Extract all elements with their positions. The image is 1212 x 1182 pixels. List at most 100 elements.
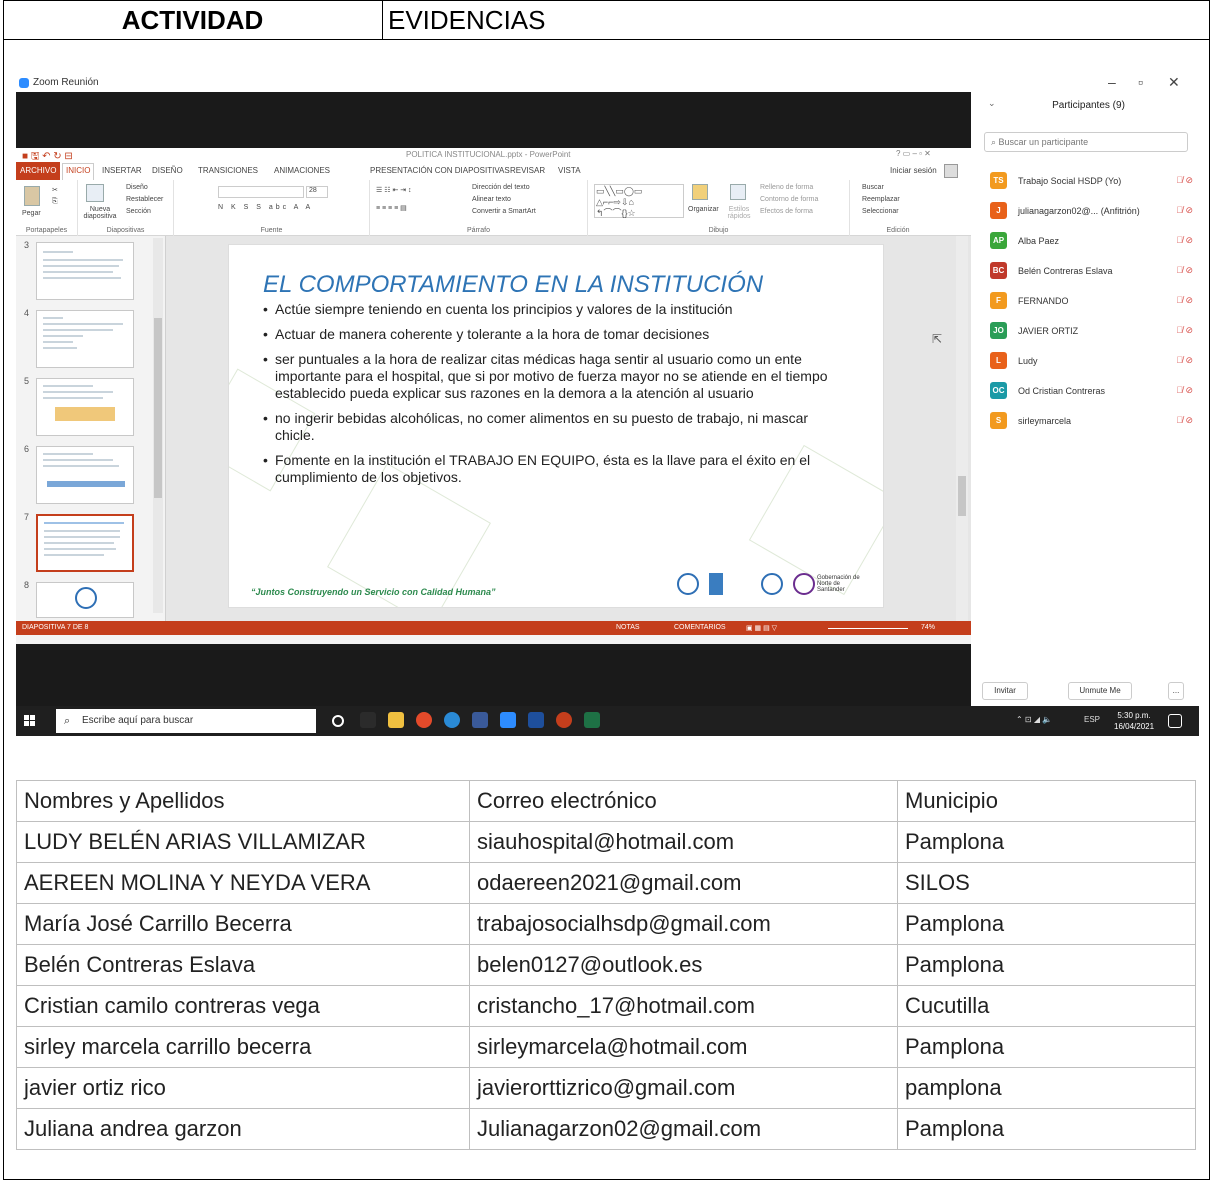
replace-button[interactable]: Reemplazar xyxy=(862,196,900,203)
powerpoint-icon[interactable] xyxy=(556,712,572,728)
tab-presentacion[interactable]: PRESENTACIÓN CON DIAPOSITIVAS xyxy=(370,166,510,175)
tab-vista[interactable]: VISTA xyxy=(558,166,581,175)
more-button[interactable]: ... xyxy=(1168,682,1184,700)
tray-icons[interactable]: ⌃ ⊡ ◢ 🔈 xyxy=(1016,715,1052,724)
tab-inicio[interactable]: INICIO xyxy=(62,163,95,180)
unmute-me-button[interactable]: Unmute Me xyxy=(1068,682,1132,700)
pp-window-controls-icon[interactable]: ? ▭ – ▫ ✕ xyxy=(896,149,931,158)
word-icon[interactable] xyxy=(528,712,544,728)
user-avatar-icon[interactable] xyxy=(944,164,958,178)
zoom-app-icon[interactable] xyxy=(500,712,516,728)
cell-email: sirleymarcela@hotmail.com xyxy=(469,1026,898,1068)
zoom-level[interactable]: 74% xyxy=(921,624,935,631)
quick-styles-icon[interactable] xyxy=(730,184,746,200)
tab-revisar[interactable]: REVISAR xyxy=(510,166,545,175)
participant-row[interactable]: OC Od Cristian Contreras 🎙̸ ⊘ xyxy=(978,378,1199,408)
participant-row[interactable]: L Ludy 🎙̸ ⊘ xyxy=(978,348,1199,378)
slide-thumb-5[interactable] xyxy=(36,378,134,436)
reset-button[interactable]: Restablecer xyxy=(126,196,163,203)
taskbar-search-input[interactable]: ⌕ Escribe aquí para buscar xyxy=(56,709,316,733)
cut-icon[interactable]: ✂ xyxy=(52,186,58,194)
shape-fill-button[interactable]: Relleno de forma xyxy=(760,184,813,191)
participant-search-input[interactable]: ⌕ Buscar un participante xyxy=(984,132,1188,152)
font-name-field[interactable] xyxy=(218,186,304,198)
participant-row[interactable]: TS Trabajo Social HSDP (Yo) 🎙̸ ⊘ xyxy=(978,168,1199,198)
windows-start-icon[interactable] xyxy=(24,715,36,727)
notes-button[interactable]: NOTAS xyxy=(616,624,640,631)
excel-icon[interactable] xyxy=(584,712,600,728)
slide-thumb-8[interactable] xyxy=(36,582,134,618)
participant-row[interactable]: F FERNANDO 🎙̸ ⊘ xyxy=(978,288,1199,318)
text-direction-button[interactable]: Dirección del texto xyxy=(472,184,530,191)
tab-animaciones[interactable]: ANIMACIONES xyxy=(274,166,330,175)
chrome-icon[interactable] xyxy=(416,712,432,728)
edge-icon[interactable] xyxy=(444,712,460,728)
shape-effects-button[interactable]: Efectos de forma xyxy=(760,208,813,215)
paste-label[interactable]: Pegar xyxy=(22,210,41,217)
participant-row[interactable]: BC Belén Contreras Eslava 🎙̸ ⊘ xyxy=(978,258,1199,288)
invite-button[interactable]: Invitar xyxy=(982,682,1028,700)
maximize-icon[interactable]: ▫ xyxy=(1138,74,1143,90)
cell-municipio: SILOS xyxy=(897,862,1196,904)
zoom-slider[interactable] xyxy=(828,628,908,629)
slide-thumb-3[interactable] xyxy=(36,242,134,300)
arrange-icon[interactable] xyxy=(692,184,708,200)
tab-insertar[interactable]: INSERTAR xyxy=(102,166,142,175)
arrange-label[interactable]: Organizar xyxy=(688,206,719,213)
col-header-email: Correo electrónico xyxy=(469,780,898,822)
paste-icon[interactable] xyxy=(24,186,40,206)
zoom-video-bar-top xyxy=(16,92,971,148)
slide-canvas[interactable]: EL COMPORTAMIENTO EN LA INSTITUCIÓN Actú… xyxy=(228,244,884,608)
minimize-icon[interactable]: – xyxy=(1108,74,1116,90)
file-explorer-icon[interactable] xyxy=(388,712,404,728)
comments-button[interactable]: COMENTARIOS xyxy=(674,624,726,631)
slide-thumb-6[interactable] xyxy=(36,446,134,504)
new-slide-label[interactable]: Nueva diapositiva xyxy=(80,206,120,220)
mouse-cursor-icon: ⇱ xyxy=(932,332,943,346)
store-icon[interactable] xyxy=(472,712,488,728)
notifications-icon[interactable] xyxy=(1168,714,1182,728)
language-indicator[interactable]: ESP xyxy=(1084,715,1100,724)
cell-name: Juliana andrea garzon xyxy=(16,1108,470,1150)
taskbar-clock[interactable]: 5:30 p.m. 16/04/2021 xyxy=(1114,710,1154,732)
tab-transiciones[interactable]: TRANSICIONES xyxy=(198,166,258,175)
participant-row[interactable]: Jjulianagarzon02@... (Anfitrión) 🎙̸ ⊘ xyxy=(978,198,1199,228)
task-view-icon[interactable] xyxy=(360,712,376,728)
slide-thumb-4[interactable] xyxy=(36,310,134,368)
font-size-field[interactable]: 28 xyxy=(306,186,328,198)
align-text-button[interactable]: Alinear texto xyxy=(472,196,511,203)
slide-thumb-7-selected[interactable] xyxy=(36,514,134,572)
participant-row[interactable]: AP Alba Paez 🎙̸ ⊘ xyxy=(978,228,1199,258)
shape-outline-button[interactable]: Contorno de forma xyxy=(760,196,818,203)
view-buttons-icon[interactable]: ▣ ▦ ▤ ▽ xyxy=(746,624,777,632)
tab-archivo[interactable]: ARCHIVO xyxy=(16,162,61,180)
new-slide-icon[interactable] xyxy=(86,184,104,202)
signin-link[interactable]: Iniciar sesión xyxy=(890,166,937,175)
thumbs-scroll-knob[interactable] xyxy=(154,318,162,498)
cell-email: Julianagarzon02@gmail.com xyxy=(469,1108,898,1150)
copy-icon[interactable]: ⎘ xyxy=(52,198,58,206)
zoom-video-bar-bottom xyxy=(16,644,971,706)
participant-row[interactable]: JO JAVIER ORTIZ 🎙̸ ⊘ xyxy=(978,318,1199,348)
participant-row[interactable]: Ssirleymarcela 🎙̸ ⊘ xyxy=(978,408,1199,438)
slide-scroll-knob[interactable] xyxy=(958,476,966,516)
quick-styles-label[interactable]: Estilos rápidos xyxy=(724,206,754,220)
font-format-icons[interactable]: N K S S abc A A xyxy=(218,204,313,211)
slide-scrollbar[interactable] xyxy=(956,236,968,621)
shapes-gallery[interactable]: ▭╲╲▭◯▭ △⌐⌐⇨⇩⌂ ↰⌒⌒{}☆ xyxy=(594,184,684,218)
find-button[interactable]: Buscar xyxy=(862,184,884,191)
participants-panel: ⌄ Participantes (9) ⌕ Buscar un particip… xyxy=(978,92,1199,706)
close-icon[interactable]: ✕ xyxy=(1168,74,1180,91)
align-icons[interactable]: ≡ ≡ ≡ ≡ ▤ xyxy=(376,204,407,212)
layout-button[interactable]: Diseño xyxy=(126,184,148,191)
list-icons[interactable]: ☰ ☷ ⇤ ⇥ ↕ xyxy=(376,186,412,194)
cortana-icon[interactable] xyxy=(332,715,344,727)
slide-footer-slogan: “Juntos Construyendo un Servicio con Cal… xyxy=(251,587,496,597)
select-button[interactable]: Seleccionar xyxy=(862,208,899,215)
group-portapapeles: Pegar ✂ ⎘ Portapapeles xyxy=(16,180,78,236)
tab-diseno[interactable]: DISEÑO xyxy=(152,166,183,175)
section-button[interactable]: Sección xyxy=(126,208,151,215)
thumbs-scrollbar[interactable] xyxy=(153,238,163,613)
smartart-button[interactable]: Convertir a SmartArt xyxy=(472,208,536,215)
table-row: María José Carrillo Becerra trabajosocial… xyxy=(16,903,1196,945)
